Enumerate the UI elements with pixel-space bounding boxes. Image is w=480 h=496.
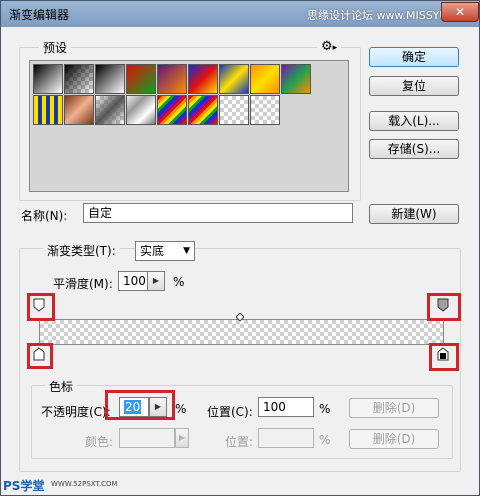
logo-url: WWW.52PSXT.COM — [51, 480, 118, 488]
highlight-box-color-stop-right — [429, 343, 459, 371]
delete-opacity-stop-button[interactable]: 删除(D) — [349, 398, 439, 418]
highlight-box-color-stop-left — [27, 343, 53, 369]
preset-swatch-foreground-to-transparent[interactable] — [64, 64, 94, 94]
location-unit: % — [319, 402, 331, 416]
preset-swatch-chrome-transparent[interactable] — [95, 95, 125, 125]
smoothness-label: 平滑度(M): — [53, 277, 113, 291]
preset-swatch-copper[interactable] — [64, 95, 94, 125]
smoothness-input[interactable]: 100 — [118, 271, 148, 291]
highlight-box-opacity-input — [105, 390, 175, 420]
gear-icon: ⚙ — [321, 39, 333, 54]
preset-swatch-yellow-violet-stripes[interactable] — [33, 95, 63, 125]
highlight-box-opacity-stop-right — [427, 293, 461, 321]
preset-swatch-chrome[interactable] — [126, 95, 156, 125]
opacity-unit: % — [175, 402, 187, 416]
preset-swatch-transparent[interactable] — [250, 95, 280, 125]
gradient-type-select[interactable]: 实底 ▼ — [135, 241, 195, 261]
smoothness-unit: % — [173, 275, 185, 289]
preset-swatch-orange-yellow-orange[interactable] — [250, 64, 280, 94]
save-button[interactable]: 存储(S)... — [369, 139, 459, 159]
gradient-type-value: 实底 — [140, 244, 165, 258]
reset-button[interactable]: 复位 — [369, 76, 459, 96]
delete-color-stop-button[interactable]: 删除(D) — [349, 429, 439, 449]
color-swatch-field[interactable] — [119, 428, 175, 448]
preset-swatch-violet-green-orange[interactable] — [281, 64, 311, 94]
close-button[interactable]: ✕ — [441, 2, 479, 22]
color-picker-arrow[interactable]: ▶ — [175, 428, 189, 448]
location-input[interactable]: 100 — [258, 397, 314, 417]
color-location-label: 位置: — [225, 435, 254, 449]
preset-swatch-area[interactable] — [29, 60, 349, 192]
close-icon: ✕ — [454, 5, 466, 19]
ok-button[interactable]: 确定 — [369, 47, 459, 67]
name-input[interactable]: 自定 — [83, 203, 353, 223]
preset-swatch-transparent-rainbow[interactable] — [188, 95, 218, 125]
preset-swatch-red-green[interactable] — [126, 64, 156, 94]
preset-swatch-violet-orange[interactable] — [157, 64, 187, 94]
preset-swatch-black-white[interactable] — [95, 64, 125, 94]
name-label: 名称(N): — [21, 209, 68, 223]
new-button[interactable]: 新建(W) — [369, 204, 459, 224]
presets-menu-button[interactable]: ⚙▸ — [317, 39, 342, 54]
window-title: 渐变编辑器 — [9, 8, 70, 22]
preset-swatch-foreground-to-background[interactable] — [33, 64, 63, 94]
presets-label: 预设 — [39, 39, 72, 56]
gradient-editor-window: 渐变编辑器 思缘设计论坛 www.MISSYUAN.COM ✕ 预设 ⚙▸ 确定… — [0, 0, 480, 496]
logo-text: PS学堂 — [3, 479, 45, 493]
menu-arrow-icon: ▸ — [332, 43, 338, 53]
preset-swatch-blue-yellow-blue[interactable] — [219, 64, 249, 94]
site-logo: PS学堂 WWW.52PSXT.COM — [3, 475, 143, 495]
highlight-box-opacity-stop-left — [27, 293, 55, 321]
stops-group-label: 色标 — [45, 378, 78, 395]
chevron-down-icon: ▼ — [183, 246, 190, 256]
color-location-input[interactable] — [258, 428, 314, 448]
preset-swatch-blue-red-yellow[interactable] — [188, 64, 218, 94]
smoothness-stepper[interactable]: ▶ — [147, 271, 165, 291]
location-label: 位置(C): — [207, 405, 253, 419]
opacity-label: 不透明度(C): — [41, 405, 111, 419]
arrow-right-icon: ▶ — [178, 433, 186, 442]
diamond-icon — [235, 312, 245, 322]
preset-swatch-spectrum[interactable] — [157, 95, 187, 125]
load-button[interactable]: 载入(L)... — [369, 111, 459, 131]
preset-swatch-transparent-stripes[interactable] — [219, 95, 249, 125]
color-label: 颜色: — [85, 435, 114, 449]
stepper-arrow-icon: ▶ — [152, 276, 160, 285]
midpoint-diamond[interactable] — [235, 310, 245, 324]
color-location-unit: % — [319, 433, 331, 447]
gradient-type-label: 渐变类型(T): — [43, 242, 120, 259]
title-bar[interactable]: 渐变编辑器 思缘设计论坛 www.MISSYUAN.COM ✕ — [1, 1, 479, 27]
